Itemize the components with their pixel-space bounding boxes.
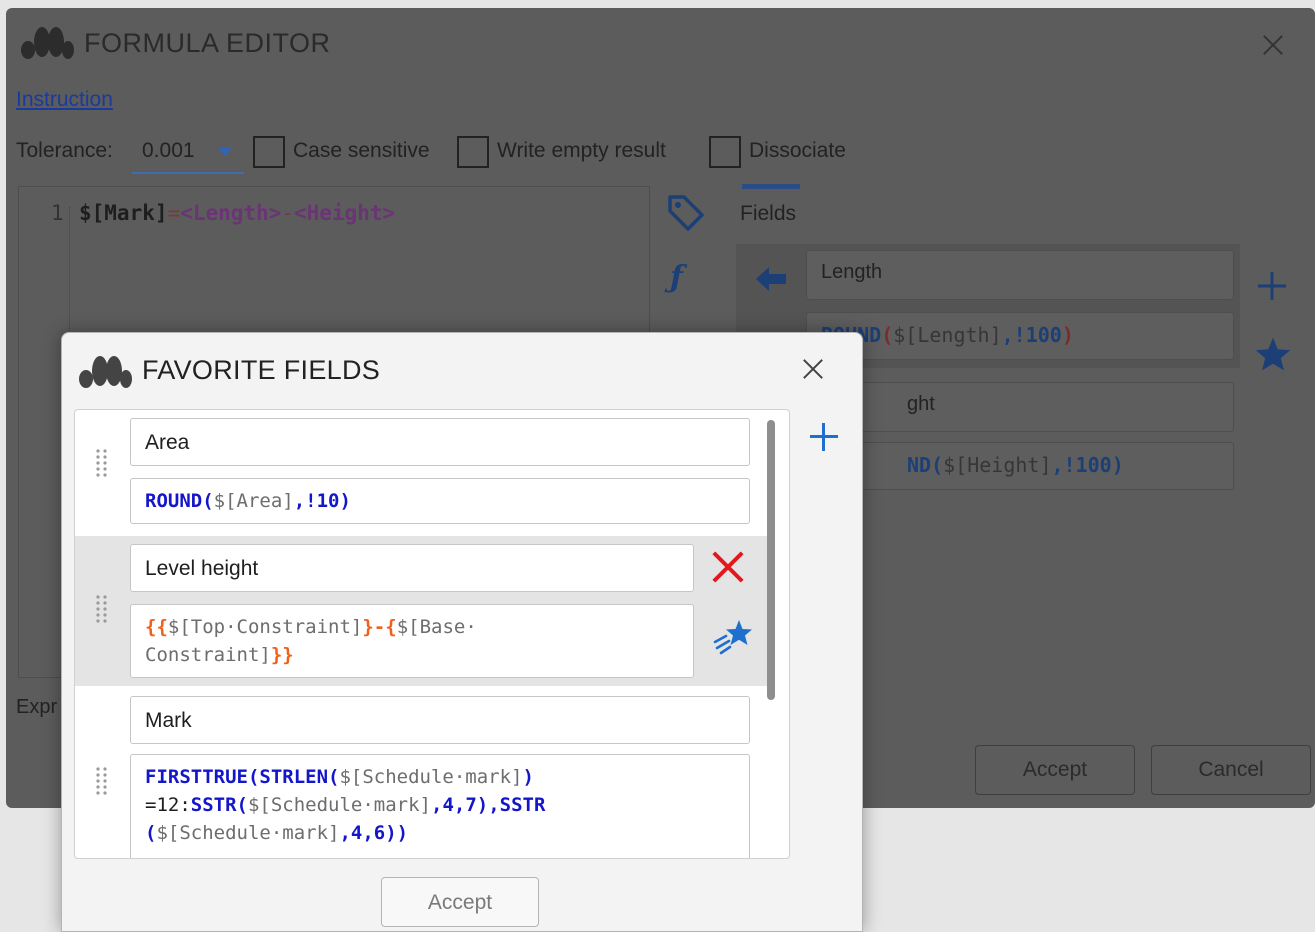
delete-x-icon[interactable]	[711, 550, 745, 584]
plus-icon[interactable]	[1258, 272, 1286, 300]
expr-argument: $[Schedule·mark]	[339, 766, 523, 788]
function-icon[interactable]: ƒ	[670, 260, 683, 295]
drag-handle-icon[interactable]	[95, 594, 109, 626]
instruction-link[interactable]: Instruction	[16, 88, 113, 112]
expr-paren: )	[1061, 323, 1074, 347]
checkbox-label: Dissociate	[749, 139, 846, 162]
favorite-fields-list[interactable]: Area ROUND($[Area],!10) Level height {{$…	[74, 409, 790, 859]
app-logo-icon	[79, 356, 132, 388]
field-expression-input[interactable]: FIRSTTRUE(STRLEN($[Schedule·mark]) =12:S…	[130, 754, 750, 858]
code-token: =	[167, 201, 181, 225]
cancel-button[interactable]: Cancel	[1151, 745, 1311, 795]
line-number: 1	[51, 201, 64, 225]
field-name-input[interactable]: Level height	[130, 544, 694, 592]
expr-argument: $[Schedule·mark]	[247, 794, 431, 816]
list-item[interactable]: Mark FIRSTTRUE(STRLEN($[Schedule·mark]) …	[75, 690, 771, 858]
accept-button[interactable]: Accept	[381, 877, 539, 927]
tolerance-dropdown[interactable]: 0.001	[132, 136, 244, 174]
expr-argument: $[Length]	[893, 323, 1002, 347]
expr-operator: =12:	[145, 794, 191, 816]
expr-argument: $[Schedule·mark]	[156, 822, 340, 844]
code-line[interactable]: $[Mark]=<Length>-<Height>	[79, 201, 395, 225]
list-item-selected[interactable]: Level height {{$[Top·Constraint]}-{$[Bas…	[75, 536, 771, 686]
expr-operator: ,!100	[1001, 323, 1062, 347]
tolerance-value: 0.001	[142, 139, 195, 162]
expr-function: SSTR(	[190, 794, 248, 816]
expr-brace: }}	[270, 644, 294, 666]
checkbox-box[interactable]	[253, 136, 285, 168]
field-expression-input[interactable]: ND($[Height],!100)	[806, 442, 1234, 490]
shooting-star-icon[interactable]	[711, 616, 757, 656]
expr-argument: $[Base·	[396, 616, 477, 638]
expr-brace: {{	[145, 616, 168, 638]
window-title: FORMULA EDITOR	[84, 28, 331, 58]
plus-icon[interactable]	[810, 423, 838, 451]
field-expression-input[interactable]: ROUND($[Area],!10)	[130, 478, 750, 524]
field-name-input[interactable]: Area	[130, 418, 750, 466]
drag-handle-icon[interactable]	[95, 766, 109, 798]
tolerance-label: Tolerance:	[16, 139, 113, 162]
drag-handle-icon[interactable]	[95, 448, 109, 480]
field-name: Length	[821, 261, 883, 283]
expr-argument: Constraint]	[145, 644, 271, 666]
code-token: <Height>	[293, 201, 396, 225]
field-name: ght	[907, 393, 935, 415]
scrollbar-thumb[interactable]	[767, 420, 775, 700]
expr-operator: ,!10)	[293, 490, 351, 512]
tab-indicator	[742, 184, 800, 189]
accept-button[interactable]: Accept	[975, 745, 1135, 795]
code-token: -	[281, 201, 294, 225]
checkbox-box[interactable]	[457, 136, 489, 168]
chevron-down-icon	[218, 148, 232, 156]
dialog-title: FAVORITE FIELDS	[142, 355, 381, 385]
expression-label: Expr	[16, 696, 58, 718]
checkbox-label: Case sensitive	[293, 139, 430, 162]
list-item[interactable]: Area ROUND($[Area],!10)	[75, 410, 771, 532]
expr-argument: $[Area]	[213, 490, 294, 512]
expr-argument: $[Height]	[943, 453, 1052, 477]
checkbox-label: Write empty result	[497, 139, 666, 162]
arrow-left-icon[interactable]	[754, 264, 788, 294]
field-expression-input[interactable]: ROUND($[Length],!100)	[806, 312, 1234, 360]
expr-function: ROUND(	[145, 490, 214, 512]
favorite-fields-dialog: FAVORITE FIELDS Area ROUND($[Area],!10) …	[61, 332, 863, 932]
app-logo-icon	[21, 27, 74, 59]
field-expression-input[interactable]: {{$[Top·Constraint]}-{$[Base· Constraint…	[130, 604, 694, 678]
expr-operator: ,!100)	[1051, 453, 1124, 477]
field-name-input[interactable]: Length	[806, 250, 1234, 300]
code-token: <Length>	[180, 201, 282, 225]
close-icon[interactable]	[1262, 34, 1284, 56]
field-name-input[interactable]: Mark	[130, 696, 750, 744]
title-bar: FORMULA EDITOR	[6, 8, 1315, 78]
close-icon[interactable]	[802, 358, 824, 380]
checkbox-box[interactable]	[709, 136, 741, 168]
expr-operator: ,4,7),SSTR	[431, 794, 546, 816]
tag-icon[interactable]	[666, 193, 706, 231]
expr-brace: }-{	[362, 616, 397, 638]
expr-function: FIRSTTRUE(STRLEN(	[145, 766, 340, 788]
expr-paren: )	[522, 766, 534, 788]
star-icon[interactable]	[1254, 336, 1292, 372]
expr-function: ND(	[907, 453, 944, 477]
expr-operator: ,4,6))	[339, 822, 409, 844]
expr-argument: $[Top·Constraint]	[167, 616, 363, 638]
expr-paren: (	[145, 822, 157, 844]
field-name-input[interactable]: ght	[806, 382, 1234, 432]
tab-fields[interactable]: Fields	[740, 202, 796, 226]
expr-paren: (	[881, 323, 894, 347]
code-token: $[Mark]	[79, 201, 168, 225]
